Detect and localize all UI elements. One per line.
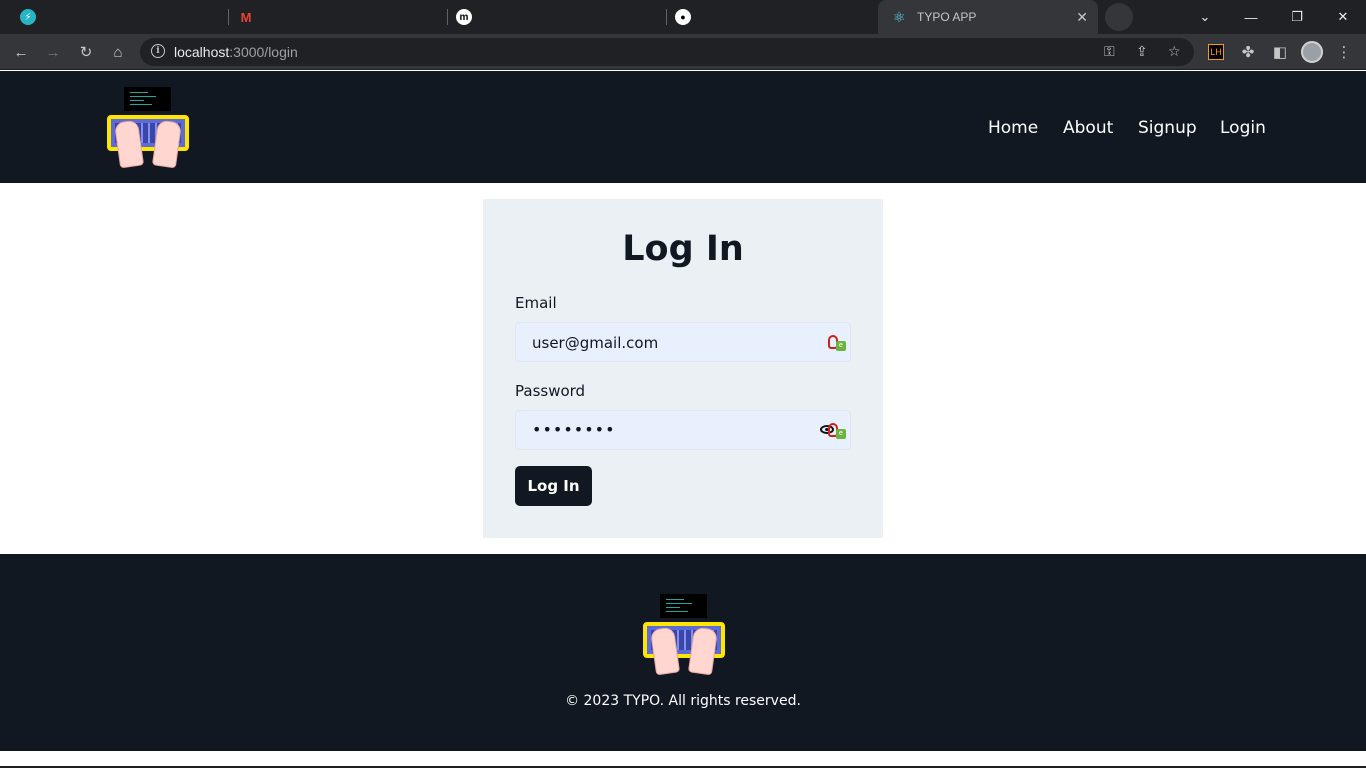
tab-medium[interactable]: m: [448, 0, 666, 34]
browser-tab-strip: ⚡ M m ● ⚛ TYPO APP ✕ ⌄ — ❐ ✕: [0, 0, 1366, 34]
restore-icon: ❐: [1291, 9, 1303, 24]
home-icon: ⌂: [113, 43, 123, 61]
react-icon: ⚛: [892, 8, 906, 25]
logo-screen: [124, 87, 171, 111]
key-icon[interactable]: ⚿: [1104, 43, 1115, 60]
badge-icon: e: [836, 341, 846, 351]
site-header: Home About Signup Login: [0, 71, 1366, 183]
forward-button[interactable]: →: [42, 41, 64, 63]
address-bar[interactable]: i localhost:3000/login ⚿ ⇪ ☆: [140, 38, 1194, 66]
bookmark-star-icon[interactable]: ☆: [1168, 43, 1181, 60]
login-button[interactable]: Log In: [515, 466, 592, 506]
tab-typo-app[interactable]: ⚛ TYPO APP ✕: [878, 0, 1098, 34]
chevron-down-icon: ⌄: [1199, 9, 1211, 24]
minimize-icon: —: [1244, 9, 1258, 25]
nav-about[interactable]: About: [1063, 118, 1113, 138]
arrow-right-icon: →: [45, 43, 61, 61]
browser-menu-button[interactable]: ⋮: [1333, 41, 1355, 63]
tab-gmail[interactable]: M: [229, 0, 447, 34]
login-card: Log In Email user@gmail.com e Password •…: [483, 199, 883, 538]
logo-screen: [660, 594, 707, 618]
tab-title: TYPO APP: [917, 10, 977, 24]
profile-avatar-button[interactable]: [1301, 41, 1323, 63]
url-path: :3000/login: [229, 44, 298, 60]
url-text: localhost:3000/login: [174, 44, 298, 60]
restore-button[interactable]: ❐: [1274, 0, 1320, 34]
lighthouse-extension-button[interactable]: LH: [1205, 41, 1227, 63]
password-label: Password: [515, 382, 586, 400]
copyright-text: © 2023 TYPO. All rights reserved.: [565, 693, 801, 709]
logo-hand: [151, 119, 183, 169]
browser-toolbar: ← → ↻ ⌂ i localhost:3000/login ⚿ ⇪ ☆ LH …: [0, 34, 1366, 70]
login-title: Log In: [622, 229, 744, 269]
new-tab-button[interactable]: [1105, 3, 1133, 31]
close-tab-icon[interactable]: ✕: [1076, 9, 1088, 26]
footer-logo: [643, 594, 725, 676]
minimize-button[interactable]: —: [1228, 0, 1274, 34]
extensions-button[interactable]: ✤: [1237, 41, 1259, 63]
site-info-icon[interactable]: i: [151, 44, 165, 58]
share-icon[interactable]: ⇪: [1136, 43, 1148, 60]
email-value: user@gmail.com: [532, 334, 659, 352]
close-icon: ✕: [1337, 9, 1349, 24]
nav-login[interactable]: Login: [1220, 118, 1266, 138]
more-vertical-icon: ⋮: [1336, 44, 1352, 61]
reload-button[interactable]: ↻: [75, 41, 97, 63]
side-panel-icon: ◧: [1272, 44, 1288, 61]
lighthouse-icon: LH: [1208, 44, 1224, 60]
password-manager-icon[interactable]: e: [828, 335, 848, 351]
puzzle-icon: ✤: [1241, 44, 1255, 61]
email-label: Email: [515, 294, 557, 312]
github-icon: ●: [675, 9, 691, 25]
url-host: localhost: [174, 44, 230, 60]
arrow-left-icon: ←: [13, 43, 29, 61]
medium-icon: m: [456, 9, 472, 25]
nav-signup[interactable]: Signup: [1138, 118, 1197, 138]
reload-icon: ↻: [79, 44, 93, 61]
close-window-button[interactable]: ✕: [1320, 0, 1366, 34]
tab-bolt[interactable]: ⚡: [8, 0, 228, 34]
site-footer: © 2023 TYPO. All rights reserved.: [0, 554, 1366, 751]
badge-icon: e: [836, 429, 846, 439]
tab-github[interactable]: ●: [667, 0, 877, 34]
bolt-icon: ⚡: [20, 9, 36, 25]
password-manager-icon[interactable]: e: [828, 423, 848, 439]
bottom-strip: [0, 751, 1366, 768]
logo-hand: [687, 626, 719, 676]
home-button[interactable]: ⌂: [107, 41, 129, 63]
password-value: ••••••••: [532, 420, 616, 439]
back-button[interactable]: ←: [10, 41, 32, 63]
gmail-icon: M: [240, 9, 252, 25]
nav-home[interactable]: Home: [988, 118, 1038, 138]
avatar: [1301, 41, 1323, 63]
email-field[interactable]: user@gmail.com e: [515, 322, 851, 362]
typo-logo[interactable]: [107, 87, 189, 169]
password-field[interactable]: •••••••• e: [515, 410, 851, 450]
tab-search-button[interactable]: ⌄: [1182, 0, 1228, 34]
side-panel-button[interactable]: ◧: [1269, 41, 1291, 63]
